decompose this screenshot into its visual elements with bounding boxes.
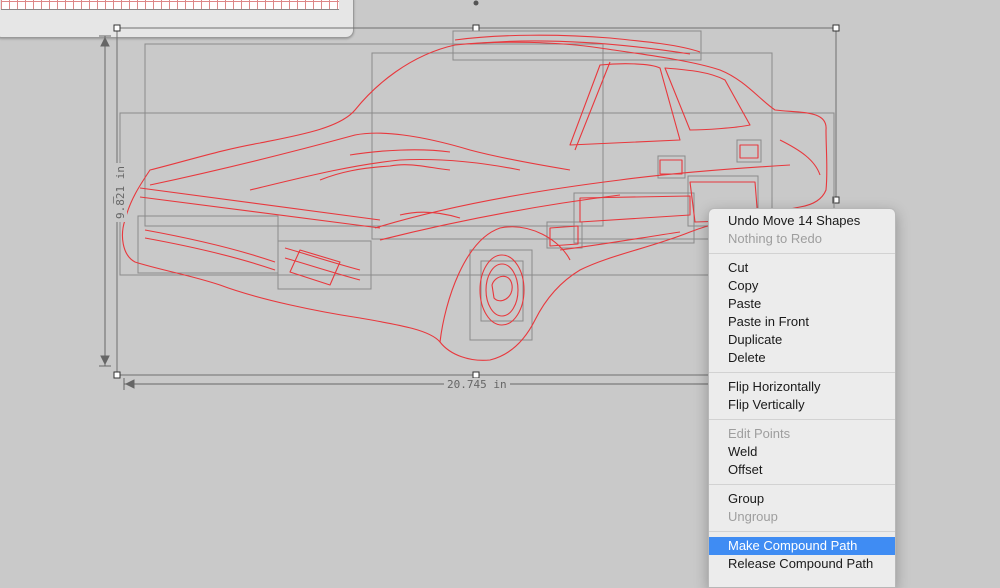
- menu-item-paste[interactable]: Paste: [709, 295, 895, 313]
- menu-item-copy[interactable]: Copy: [709, 277, 895, 295]
- menu-separator: [709, 419, 895, 420]
- width-dimension-line: [123, 378, 708, 390]
- menu-item-make-compound-path[interactable]: Make Compound Path: [709, 537, 895, 555]
- height-dimension-line: [99, 35, 111, 367]
- menu-separator: [709, 484, 895, 485]
- menu-item-edit-points: Edit Points: [728, 426, 791, 441]
- menu-item-undo-move-14-shapes[interactable]: Undo Move 14 Shapes: [709, 212, 895, 230]
- context-menu: Undo Move 14 Shapes Nothing to Redo Cut Cop…: [708, 208, 896, 588]
- menu-item-group[interactable]: Group: [709, 490, 895, 508]
- menu-item-cut[interactable]: Cut: [709, 259, 895, 277]
- menu-item-nothing-to-redo: Nothing to Redo: [728, 231, 822, 246]
- menu-item-ungroup: Ungroup: [728, 509, 778, 524]
- menu-item-delete[interactable]: Delete: [709, 349, 895, 367]
- menu-item-flip-vertically[interactable]: Flip Vertically: [709, 396, 895, 414]
- rotate-handle[interactable]: [473, 0, 479, 6]
- menu-separator: [709, 531, 895, 532]
- menu-item-offset[interactable]: Offset: [709, 461, 895, 479]
- height-dimension-label: 9.821 in: [113, 163, 127, 222]
- width-dimension-label: 20.745 in: [444, 378, 510, 391]
- menu-item-flip-horizontally[interactable]: Flip Horizontally: [709, 378, 895, 396]
- menu-item-weld[interactable]: Weld: [709, 443, 895, 461]
- menu-item-duplicate[interactable]: Duplicate: [709, 331, 895, 349]
- menu-item-release-compound-path[interactable]: Release Compound Path: [709, 555, 895, 573]
- menu-separator: [709, 372, 895, 373]
- menu-item-paste-in-front[interactable]: Paste in Front: [709, 313, 895, 331]
- menu-separator: [709, 253, 895, 254]
